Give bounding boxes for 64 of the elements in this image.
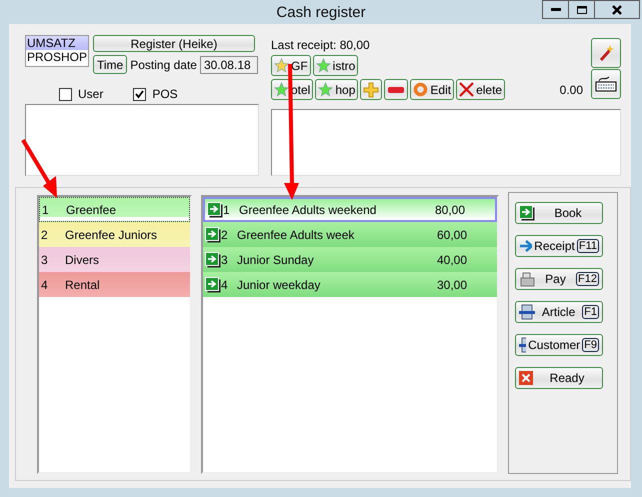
text-area[interactable] bbox=[271, 108, 621, 176]
close-button[interactable]: Ready bbox=[515, 367, 603, 389]
time-button[interactable]: Time bbox=[93, 55, 128, 74]
action-button[interactable]: Customer F9 bbox=[515, 334, 603, 356]
posting-date-field[interactable]: 30.08.18 bbox=[200, 56, 258, 74]
register-button[interactable]: Register (Heike) bbox=[93, 35, 255, 52]
category-item[interactable]: 2 Greenfee Juniors bbox=[39, 222, 190, 247]
minimize-button[interactable] bbox=[542, 0, 569, 19]
toolbar-button[interactable]: GF bbox=[271, 55, 311, 76]
toolbar-icon-button[interactable] bbox=[384, 79, 408, 100]
posting-date-label: Posting date bbox=[130, 58, 197, 72]
article-item[interactable]: 1 Greenfee Adults weekend 80,00 bbox=[203, 197, 497, 222]
toolbar-button[interactable]: elete bbox=[456, 79, 506, 100]
article-item[interactable]: 3 Junior Sunday 40,00 bbox=[203, 247, 497, 272]
toolbar-button[interactable]: istro bbox=[312, 55, 358, 76]
printer-icon bbox=[519, 337, 526, 353]
star-icon bbox=[274, 58, 289, 73]
arrow-icon bbox=[205, 252, 221, 268]
close-icon bbox=[519, 371, 533, 385]
checkbox-label: User bbox=[78, 87, 104, 101]
annotation-arrow bbox=[21, 138, 57, 198]
cash-register-icon bbox=[519, 271, 535, 287]
article-item[interactable]: 2 Greenfee Adults week 60,00 bbox=[203, 222, 497, 247]
close-icon bbox=[611, 4, 623, 14]
action-button[interactable]: Receipt F11 bbox=[515, 235, 603, 257]
ring-icon bbox=[413, 82, 428, 97]
star-icon bbox=[318, 82, 334, 97]
maximize-icon bbox=[576, 4, 588, 14]
maximize-button[interactable] bbox=[568, 0, 595, 19]
action-button[interactable]: Pay F12 bbox=[515, 268, 603, 290]
arrow-icon bbox=[205, 226, 221, 242]
keyboard-icon bbox=[595, 75, 617, 93]
register-item[interactable]: PROSHOP bbox=[26, 50, 88, 64]
minus-icon bbox=[387, 84, 406, 94]
magic-wand-icon bbox=[597, 44, 615, 62]
last-receipt-label: Last receipt: 80,00 bbox=[271, 38, 371, 52]
keyboard-button[interactable] bbox=[591, 69, 621, 99]
printer-icon bbox=[519, 304, 535, 320]
action-button[interactable]: Article F1 bbox=[515, 301, 603, 323]
action-button[interactable]: Book bbox=[515, 202, 603, 224]
register-item[interactable]: UMSATZ bbox=[26, 36, 88, 50]
toolbar-icon-button[interactable] bbox=[360, 79, 382, 100]
category-item[interactable]: 3 Divers bbox=[39, 247, 190, 272]
category-item[interactable]: 4 Rental bbox=[39, 272, 190, 297]
plus-icon bbox=[363, 82, 380, 98]
checkbox-label: POS bbox=[152, 87, 178, 101]
star-icon bbox=[274, 82, 289, 97]
arrow-icon bbox=[519, 239, 532, 253]
arrow-icon bbox=[207, 202, 223, 218]
category-item[interactable]: 1 Greenfee bbox=[39, 197, 190, 222]
toolbar-button[interactable]: hop bbox=[315, 79, 358, 100]
delete-icon bbox=[459, 82, 474, 97]
arrow-icon bbox=[205, 276, 221, 292]
toolbar-button[interactable]: Edit bbox=[410, 79, 454, 100]
minimize-icon bbox=[550, 8, 560, 11]
close-button[interactable] bbox=[594, 0, 640, 19]
total-amount: 0.00 bbox=[560, 83, 583, 97]
article-item[interactable]: 4 Junior weekday 30,00 bbox=[203, 272, 497, 297]
arrow-icon bbox=[519, 205, 535, 221]
window-title: Cash register bbox=[276, 4, 366, 20]
magic-wand-button[interactable] bbox=[591, 38, 621, 68]
checkbox[interactable] bbox=[133, 88, 146, 100]
checkbox[interactable] bbox=[59, 88, 72, 100]
star-icon bbox=[316, 58, 331, 73]
